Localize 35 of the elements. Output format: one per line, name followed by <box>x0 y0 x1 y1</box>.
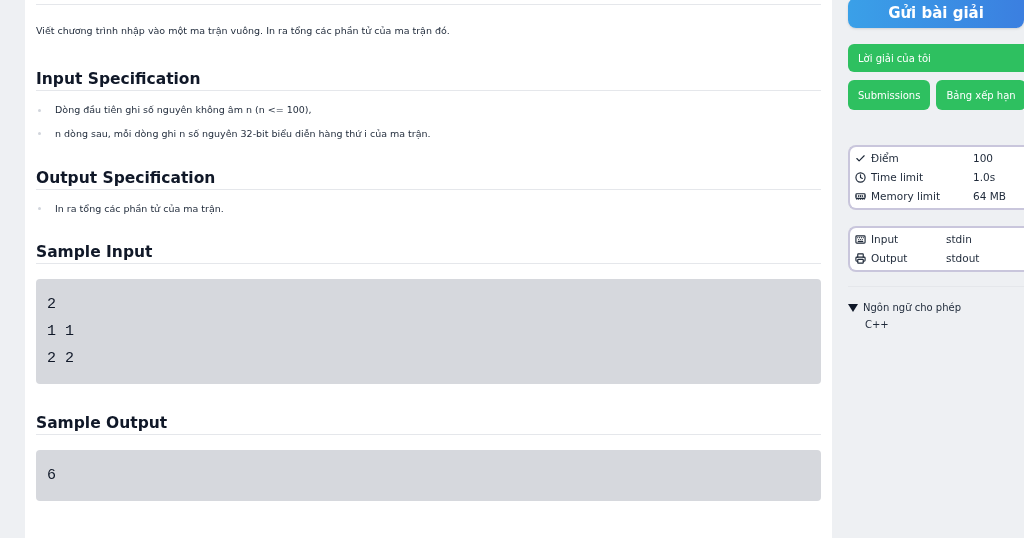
section-heading: Input Specification <box>36 69 821 92</box>
caret-down-icon[interactable] <box>848 303 858 312</box>
keyboard-icon <box>855 234 866 245</box>
bullet-icon <box>38 207 41 211</box>
info-value: 64 MB <box>973 188 1006 204</box>
code-block: 6 <box>36 450 821 501</box>
check-icon <box>855 153 866 164</box>
language-item: C++ <box>865 318 889 332</box>
nav-button[interactable]: Submissions <box>848 80 931 110</box>
info-value: 1.0s <box>973 169 996 185</box>
info-value: 100 <box>973 150 994 166</box>
info-label: Memory limit <box>871 188 941 204</box>
memory-icon <box>855 191 866 202</box>
info-label: Input <box>871 231 899 247</box>
list-item: Dòng đầu tiên ghi số nguyên không âm n (n <= 100), <box>55 103 312 118</box>
languages-label[interactable]: Ngôn ngữ cho phép <box>863 300 961 315</box>
section-heading: Sample Output <box>36 413 821 435</box>
problem-description: Viết chương trình nhập vào một ma trận vuông. In ra tổng các phần tử của ma trận đó. <box>36 24 451 38</box>
section-heading: Output Specification <box>36 167 821 190</box>
info-label: Time limit <box>871 169 924 185</box>
info-value: stdout <box>946 250 980 266</box>
nav-button[interactable]: Bảng xếp hạn <box>936 80 1024 110</box>
bullet-icon <box>38 108 41 112</box>
section-heading: Sample Input <box>36 242 821 264</box>
list-item: In ra tổng các phần tử của ma trận. <box>55 201 224 216</box>
list-item: n dòng sau, mỗi dòng ghi n số nguyên 32-bit biểu diễn hàng thứ i của ma trận. <box>55 126 431 141</box>
bullet-icon <box>38 132 41 136</box>
info-label: Điểm <box>871 150 899 166</box>
printer-icon <box>855 253 866 264</box>
info-label: Output <box>871 250 908 266</box>
code-block: 2 1 1 2 2 <box>36 279 821 384</box>
submit-button[interactable]: Gửi bài giải <box>848 0 1024 28</box>
info-value: stdin <box>946 231 972 247</box>
my-solution-button[interactable]: Lời giải của tôi <box>848 44 1024 72</box>
clock-icon <box>855 172 866 183</box>
